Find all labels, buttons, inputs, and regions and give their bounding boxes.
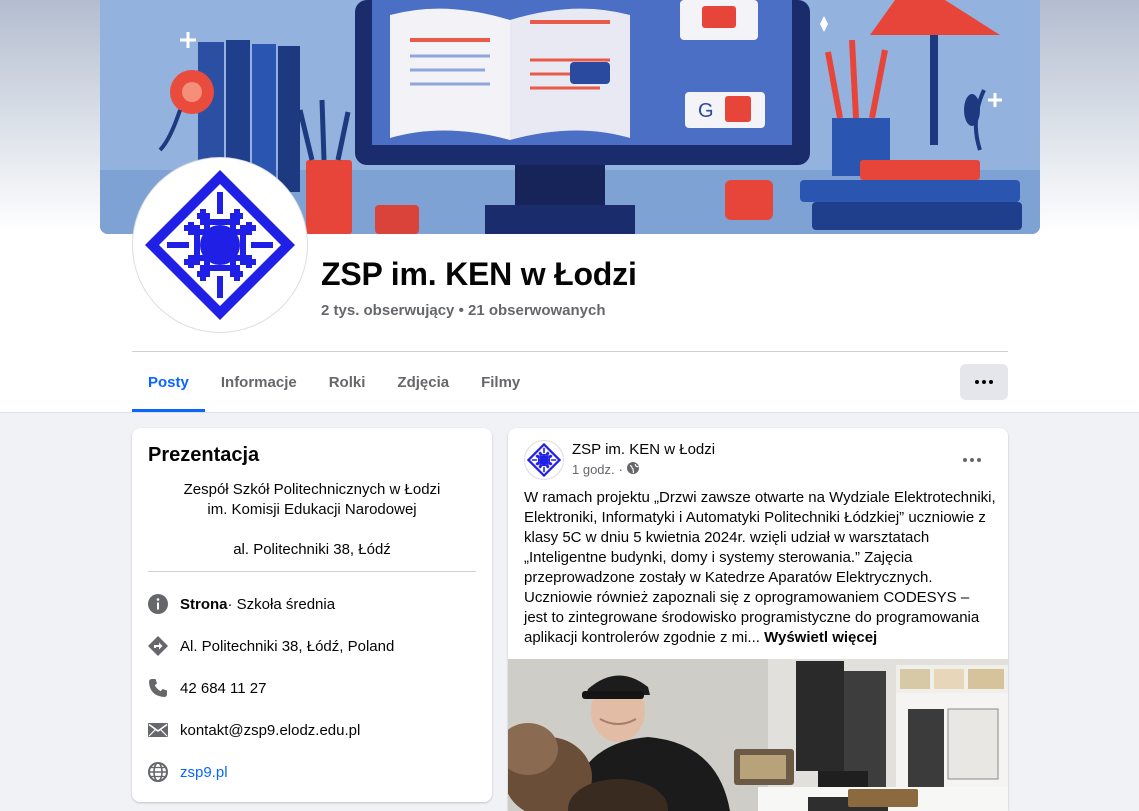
post-timestamp[interactable]: 1 godz. <box>572 462 615 477</box>
globe-privacy-icon <box>627 462 639 477</box>
post-meta: 1 godz. · <box>572 462 639 477</box>
see-more-link[interactable]: Wyświetl więcej <box>764 629 877 646</box>
tab-about[interactable]: Informacje <box>205 352 313 412</box>
intro-description-line1: Zespół Szkół Politechnicznych w Łodzi <box>183 481 441 498</box>
post-author-name[interactable]: ZSP im. KEN w Łodzi <box>572 441 715 458</box>
page-more-button[interactable] <box>960 364 1008 400</box>
post-card: ZSP im. KEN w Łodzi 1 godz. · W ramach p… <box>508 428 1008 811</box>
post-body: W ramach projektu „Drzwi zawsze otwarte … <box>524 488 996 648</box>
post-options-button[interactable] <box>954 442 990 478</box>
school-logo <box>145 170 295 320</box>
tab-posts[interactable]: Posty <box>132 352 205 412</box>
intro-category-row: Strona · Szkoła średnia <box>148 592 476 616</box>
intro-email-row[interactable]: kontakt@zsp9.elodz.edu.pl <box>148 718 476 742</box>
directions-icon <box>148 636 168 656</box>
phone-icon <box>148 678 168 698</box>
intro-description-address: al. Politechniki 38, Łódź <box>233 541 391 558</box>
svg-text:G: G <box>698 100 714 122</box>
header-bottom-border <box>0 412 1139 413</box>
intro-address-row[interactable]: Al. Politechniki 38, Łódź, Poland <box>148 634 476 658</box>
info-icon <box>148 594 168 614</box>
meta-separator: · <box>618 462 623 477</box>
intro-description-line2: im. Komisji Edukacji Narodowej <box>207 501 417 518</box>
tab-reels[interactable]: Rolki <box>313 352 382 412</box>
website-link[interactable]: zsp9.pl <box>180 764 228 781</box>
follower-stats[interactable]: 2 tys. obserwujący • 21 obserwowanych <box>321 302 606 319</box>
intro-divider <box>148 571 476 572</box>
email-text: kontakt@zsp9.elodz.edu.pl <box>180 721 361 739</box>
category-value: · Szkoła średnia <box>227 595 336 613</box>
intro-description: Zespół Szkół Politechnicznych w Łodzi im… <box>148 480 476 560</box>
post-text: W ramach projektu „Drzwi zawsze otwarte … <box>524 489 996 646</box>
page-title: ZSP im. KEN w Łodzi <box>321 256 637 292</box>
more-dots-icon <box>975 380 993 384</box>
tab-photos[interactable]: Zdjęcia <box>381 352 465 412</box>
globe-icon <box>148 762 168 782</box>
mail-icon <box>148 720 168 740</box>
phone-text: 42 684 11 27 <box>180 679 267 697</box>
school-logo-small <box>526 442 562 478</box>
tab-videos[interactable]: Filmy <box>465 352 536 412</box>
post-author-avatar[interactable] <box>524 440 564 480</box>
intro-card: Prezentacja Zespół Szkół Politechnicznyc… <box>132 428 492 802</box>
more-dots-icon <box>963 458 981 462</box>
address-text: Al. Politechniki 38, Łódź, Poland <box>180 637 395 655</box>
category-type: Strona <box>180 595 228 613</box>
intro-phone-row[interactable]: 42 684 11 27 <box>148 676 476 700</box>
post-photo[interactable] <box>508 659 1008 811</box>
intro-website-row[interactable]: zsp9.pl <box>148 760 476 784</box>
intro-title: Prezentacja <box>148 444 260 466</box>
profile-picture[interactable] <box>133 158 307 332</box>
page-tabs: Posty Informacje Rolki Zdjęcia Filmy <box>132 352 536 412</box>
page-header: G ZSP im. KEN w Łodzi 2 tys. obserwujący… <box>0 0 1139 412</box>
